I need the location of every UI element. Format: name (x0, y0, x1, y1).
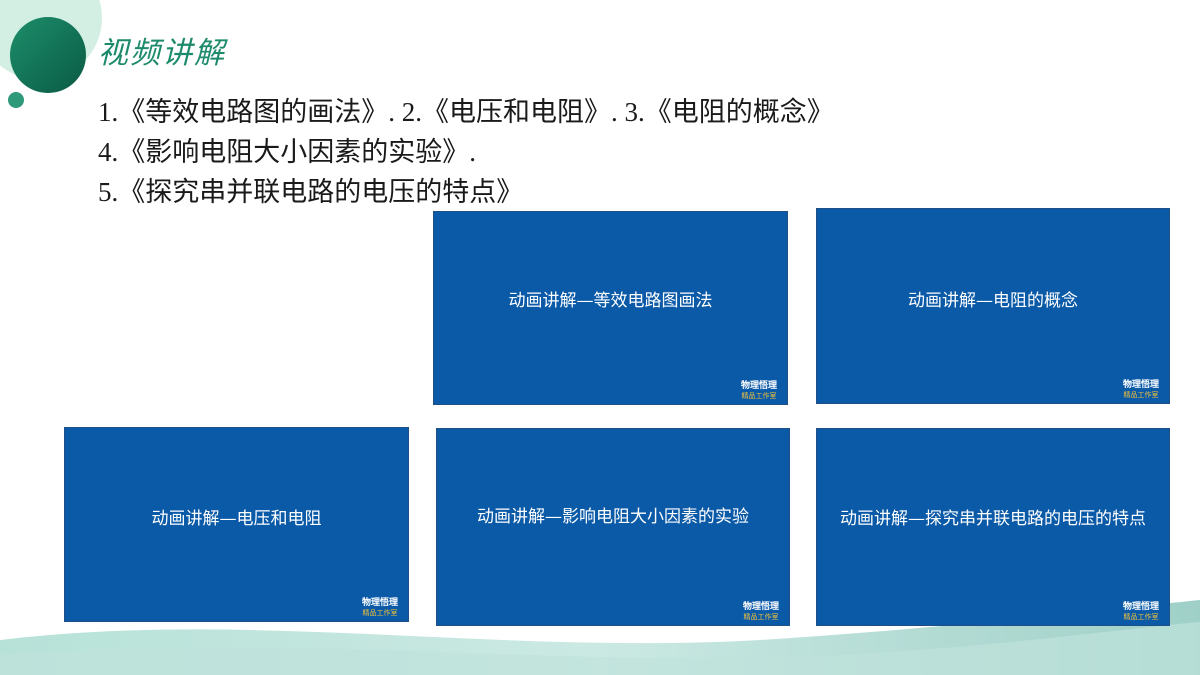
brand-name: 物理悟理 (740, 380, 777, 391)
video-card-resistance-concept[interactable]: 动画讲解—电阻的概念 物理悟理 精品工作室 (816, 208, 1170, 404)
list-number: 4. (98, 137, 119, 167)
list-item-text: 《等效电路图的画法》 (118, 97, 389, 128)
brand-watermark: 物理悟理 精品工作室 (741, 381, 777, 400)
list-number: 1. (98, 97, 119, 127)
brand-subtitle: 精品工作室 (741, 391, 777, 400)
brand-subtitle: 精品工作室 (362, 608, 398, 617)
brand-subtitle: 精品工作室 (1123, 612, 1159, 621)
video-card-resistance-factors[interactable]: 动画讲解—影响电阻大小因素的实验 物理悟理 精品工作室 (436, 428, 790, 626)
list-number: . (469, 137, 476, 167)
list-item-text: 《电压和电阻》 (422, 97, 611, 128)
deco-dark-circle (10, 17, 86, 93)
brand-name: 物理悟理 (361, 597, 398, 608)
brand-watermark: 物理悟理 精品工作室 (1123, 602, 1159, 621)
list-item-text: 《探究串并联电路的电压的特点》 (118, 177, 524, 208)
brand-subtitle: 精品工作室 (743, 612, 779, 621)
brand-name: 物理悟理 (1122, 379, 1159, 390)
video-card-title: 动画讲解—探究串并联电路的电压的特点 (840, 509, 1146, 529)
brand-name: 物理悟理 (742, 601, 779, 612)
video-card-voltage-resistance[interactable]: 动画讲解—电压和电阻 物理悟理 精品工作室 (64, 427, 409, 622)
video-card-title: 动画讲解—等效电路图画法 (508, 291, 713, 311)
brand-subtitle: 精品工作室 (1123, 390, 1159, 399)
video-card-series-parallel-voltage[interactable]: 动画讲解—探究串并联电路的电压的特点 物理悟理 精品工作室 (816, 428, 1170, 626)
video-card-title: 动画讲解—电压和电阻 (151, 509, 322, 529)
list-item-text: 《电阻的概念》 (644, 97, 834, 128)
deco-small-dot (8, 92, 24, 108)
video-card-equivalent-circuit[interactable]: 动画讲解—等效电路图画法 物理悟理 精品工作室 (433, 211, 788, 405)
list-number: . 2. (388, 97, 422, 127)
slide-title: 视频讲解 (98, 36, 226, 71)
list-number: 5. (98, 177, 119, 207)
video-card-title: 动画讲解—电阻的概念 (908, 291, 1078, 311)
brand-watermark: 物理悟理 精品工作室 (743, 602, 779, 621)
brand-watermark: 物理悟理 精品工作室 (1123, 380, 1159, 399)
brand-watermark: 物理悟理 精品工作室 (362, 598, 398, 617)
list-number: . 3. (611, 97, 645, 127)
list-item-text: 《影响电阻大小因素的实验》 (118, 137, 470, 168)
video-list-line-3: 5.《探究串并联电路的电压的特点》 (98, 170, 523, 209)
video-list-line-2: 4.《影响电阻大小因素的实验》. (98, 130, 476, 169)
video-list-line-1: 1.《等效电路图的画法》. 2.《电压和电阻》. 3.《电阻的概念》 (98, 90, 834, 129)
video-card-title: 动画讲解—影响电阻大小因素的实验 (477, 507, 749, 527)
brand-name: 物理悟理 (1122, 601, 1159, 612)
